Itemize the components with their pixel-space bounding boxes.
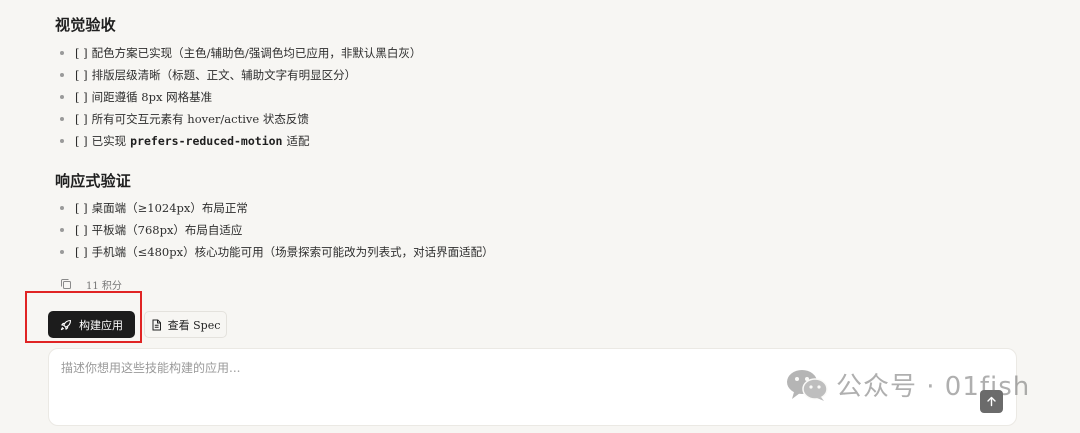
rocket-icon (60, 319, 72, 330)
list-item: [ ] 已实现 prefers-reduced-motion 适配 (60, 130, 421, 152)
view-spec-button[interactable]: 查看 Spec (144, 311, 227, 338)
bullet-icon (60, 228, 64, 232)
list-item-text: 所有可交互元素有 hover/active 状态反馈 (91, 112, 309, 126)
watermark-text: 公众号 · 01fish (836, 372, 1031, 402)
bullet-icon (60, 73, 64, 77)
list-item-text: 平板端（768px）布局自适应 (91, 223, 243, 237)
bullet-icon (60, 95, 64, 99)
checkbox-mark[interactable]: [ ] (75, 245, 88, 259)
list-item-text: 适配 (286, 134, 310, 148)
checkbox-mark[interactable]: [ ] (75, 68, 88, 82)
build-app-label: 构建应用 (79, 318, 123, 332)
credits-label: 11 积分 (86, 280, 122, 292)
view-spec-label: 查看 Spec (167, 318, 221, 332)
copy-icon[interactable] (60, 278, 72, 290)
list-item-text: 手机端（≤480px）核心功能可用（场景探索可能改为列表式，对话界面适配） (91, 245, 494, 259)
list-item: [ ] 平板端（768px）布局自适应 (60, 219, 494, 241)
section-title-visual: 视觉验收 (55, 16, 116, 34)
list-item-text: 间距遵循 8px 网格基准 (91, 90, 213, 104)
bullet-icon (60, 51, 64, 55)
list-item: [ ] 所有可交互元素有 hover/active 状态反馈 (60, 108, 421, 130)
checkbox-mark[interactable]: [ ] (75, 223, 88, 237)
bullet-icon (60, 206, 64, 210)
list-item: [ ] 排版层级清晰（标题、正文、辅助文字有明显区分） (60, 64, 421, 86)
message-meta-row: 11 积分 (60, 276, 122, 292)
checkbox-mark[interactable]: [ ] (75, 90, 88, 104)
build-app-button[interactable]: 构建应用 (48, 311, 135, 338)
list-item-text: 配色方案已实现（主色/辅助色/强调色均已应用，非默认黑白灰） (91, 46, 422, 60)
wechat-icon (787, 369, 828, 401)
inline-code: prefers-reduced-motion (130, 134, 283, 148)
list-item-text: 排版层级清晰（标题、正文、辅助文字有明显区分） (91, 68, 357, 82)
checkbox-mark[interactable]: [ ] (75, 201, 88, 215)
responsive-checklist: [ ] 桌面端（≥1024px）布局正常 [ ] 平板端（768px）布局自适应 [… (60, 197, 494, 263)
bullet-icon (60, 117, 64, 121)
watermark: 公众号 · 01fish (786, 366, 1030, 403)
checkbox-mark[interactable]: [ ] (75, 134, 88, 148)
visual-checklist: [ ] 配色方案已实现（主色/辅助色/强调色均已应用，非默认黑白灰） [ ] 排版层… (60, 42, 421, 152)
checkbox-mark[interactable]: [ ] (75, 46, 88, 60)
bullet-icon (60, 139, 64, 143)
checkbox-mark[interactable]: [ ] (75, 112, 88, 126)
document-icon (152, 319, 161, 330)
list-item: [ ] 手机端（≤480px）核心功能可用（场景探索可能改为列表式，对话界面适配） (60, 241, 494, 263)
list-item: [ ] 配色方案已实现（主色/辅助色/强调色均已应用，非默认黑白灰） (60, 42, 421, 64)
section-title-responsive: 响应式验证 (55, 172, 132, 190)
list-item: [ ] 桌面端（≥1024px）布局正常 (60, 197, 494, 219)
list-item-text: 已实现 (91, 134, 127, 148)
bullet-icon (60, 250, 64, 254)
prompt-input[interactable] (61, 361, 761, 375)
list-item-text: 桌面端（≥1024px）布局正常 (91, 201, 248, 215)
list-item: [ ] 间距遵循 8px 网格基准 (60, 86, 421, 108)
